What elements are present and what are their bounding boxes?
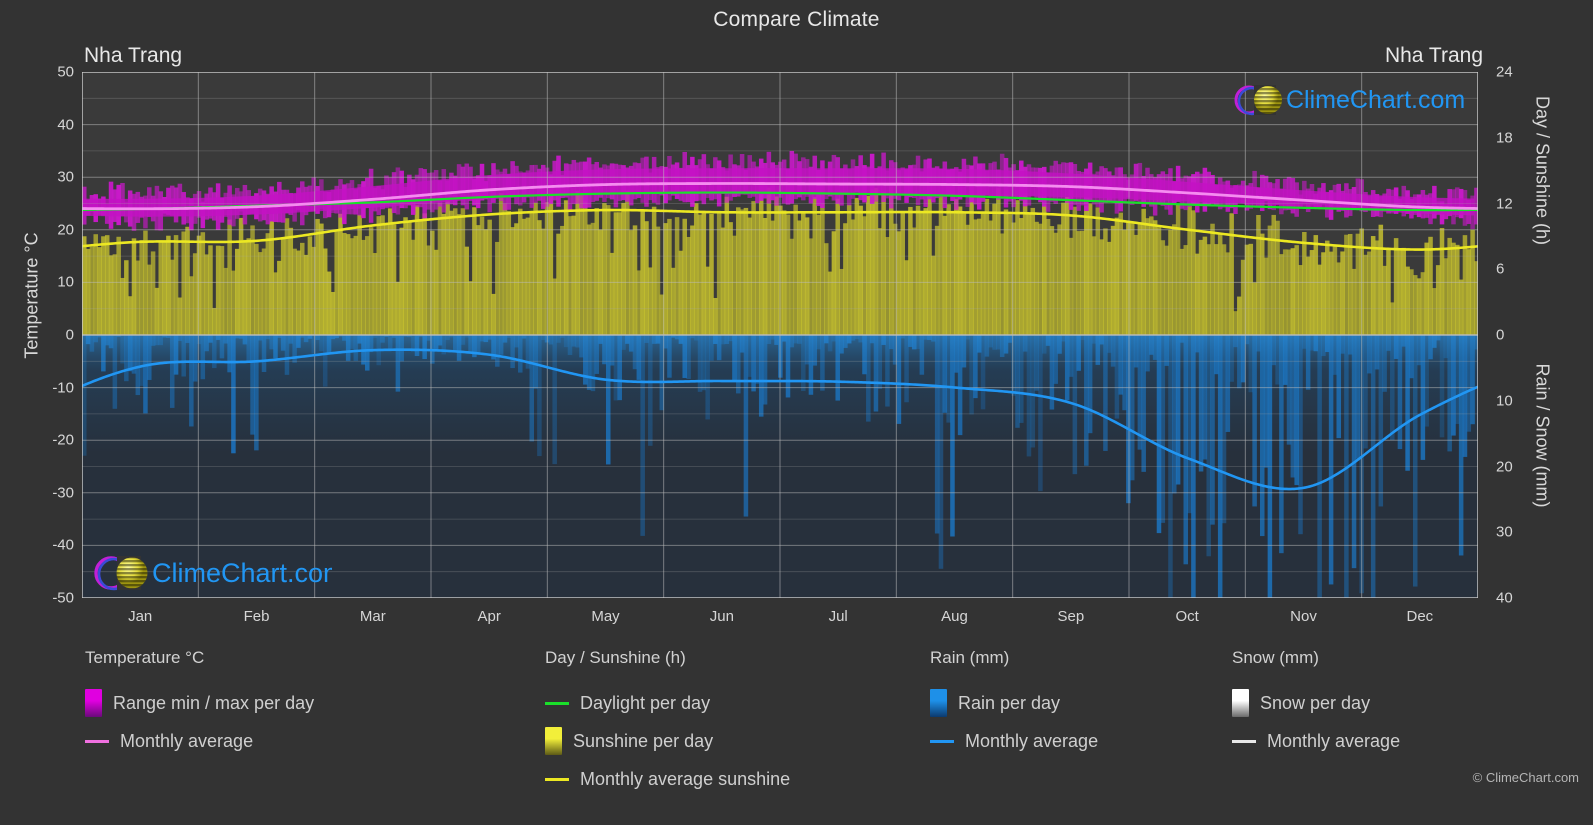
- x-tick-month: Apr: [477, 608, 501, 625]
- y-tick-temp: 10: [57, 273, 74, 291]
- x-tick-month: Nov: [1290, 608, 1317, 625]
- legend-column: Snow (mm) Snow per day Monthly average: [1232, 648, 1400, 760]
- legend-swatch-line: [930, 739, 954, 743]
- y-tick-temp: -10: [52, 379, 74, 397]
- legend-swatch-box: [930, 689, 947, 717]
- legend-heading: Day / Sunshine (h): [545, 648, 686, 667]
- y-tick-temp: -20: [52, 431, 74, 449]
- legend: Temperature °C Range min / max per day Mon…: [0, 648, 1593, 825]
- legend-item[interactable]: Monthly average sunshine: [545, 760, 790, 798]
- legend-item[interactable]: Monthly average: [85, 722, 314, 760]
- x-tick-month: Jun: [709, 608, 734, 625]
- y-tick-temp: 50: [57, 63, 74, 81]
- y-tick-sunshine: 24: [1496, 63, 1513, 81]
- x-tick-month: Feb: [243, 608, 270, 625]
- x-tick-month: Jan: [128, 608, 153, 625]
- legend-swatch-box: [1232, 689, 1249, 717]
- plot-area: [75, 71, 1485, 605]
- x-tick-month: Sep: [1057, 608, 1085, 625]
- legend-label: Range min / max per day: [113, 692, 315, 713]
- legend-swatch-box: [85, 689, 102, 717]
- x-tick-month: Oct: [1175, 608, 1199, 625]
- legend-label: Monthly average sunshine: [580, 768, 791, 789]
- legend-item[interactable]: Sunshine per day: [545, 722, 790, 760]
- legend-item[interactable]: Range min / max per day: [85, 684, 314, 722]
- y-tick-rain: 10: [1496, 392, 1513, 410]
- watermark-logo-top: ClimeChart.com: [1232, 80, 1472, 125]
- y-tick-temp: -40: [52, 536, 74, 554]
- legend-column: Day / Sunshine (h) Daylight per day Sunshi…: [545, 648, 790, 798]
- legend-heading: Temperature °C: [85, 648, 205, 667]
- legend-swatch-line: [85, 739, 109, 743]
- x-tick-month: Aug: [941, 608, 968, 625]
- legend-item[interactable]: Monthly average: [930, 722, 1098, 760]
- gridlines: [81, 71, 1479, 599]
- legend-heading: Snow (mm): [1232, 648, 1319, 667]
- x-tick-month: Jul: [828, 608, 848, 625]
- location-label-right: Nha Trang: [1384, 44, 1483, 67]
- x-tick-month: May: [591, 608, 620, 625]
- y-tick-temp: 30: [57, 168, 74, 186]
- y-axis-title-day-sunshine: Day / Sunshine (h): [1532, 95, 1553, 246]
- location-label-left: Nha Trang: [84, 44, 183, 67]
- y-tick-sunshine: 18: [1496, 129, 1513, 147]
- watermark-logo-bottom: ClimeChart.com: [92, 552, 346, 599]
- y-axis-title-rain-snow: Rain / Snow (mm): [1532, 363, 1553, 508]
- legend-label: Daylight per day: [580, 692, 711, 713]
- y-tick-rain: 40: [1496, 589, 1513, 607]
- chart-svg: [75, 71, 1485, 605]
- copyright-text: © ClimeChart.com: [1472, 770, 1579, 785]
- x-tick-month: Dec: [1406, 608, 1434, 625]
- legend-label: Monthly average: [965, 730, 1099, 751]
- y-tick-rain: 20: [1496, 458, 1513, 475]
- legend-swatch-line: [545, 777, 569, 781]
- watermark-text-bottom: ClimeChart.com: [152, 558, 332, 588]
- legend-label: Monthly average: [120, 730, 254, 751]
- y-tick-sunshine: 6: [1496, 260, 1505, 278]
- page-title: Compare Climate: [713, 8, 880, 31]
- y-tick-temp: -50: [52, 589, 74, 607]
- y-tick-temp: -30: [52, 484, 74, 502]
- legend-heading: Rain (mm): [930, 648, 1010, 667]
- y-tick-temp: 20: [57, 221, 74, 239]
- climate-chart-page: Compare Climate Nha Trang Nha Trang Temp…: [0, 0, 1593, 825]
- legend-item[interactable]: Monthly average: [1232, 722, 1400, 760]
- legend-swatch-line: [545, 701, 569, 705]
- y-tick-temp: 0: [65, 326, 74, 344]
- y-tick-sunshine: 12: [1496, 195, 1513, 212]
- y-tick-temp: 40: [57, 116, 74, 134]
- legend-label: Snow per day: [1260, 692, 1371, 713]
- legend-item[interactable]: Snow per day: [1232, 684, 1400, 722]
- legend-swatch-line: [1232, 739, 1256, 743]
- y-tick-rain: 30: [1496, 523, 1513, 541]
- legend-label: Monthly average: [1267, 730, 1401, 751]
- legend-swatch-box: [545, 727, 562, 755]
- legend-item[interactable]: Rain per day: [930, 684, 1098, 722]
- legend-column: Temperature °C Range min / max per day Mon…: [85, 648, 314, 760]
- y-tick-sunshine: 0: [1496, 326, 1505, 344]
- legend-label: Sunshine per day: [573, 730, 714, 751]
- legend-item[interactable]: Daylight per day: [545, 684, 790, 722]
- watermark-text: ClimeChart.com: [1286, 86, 1465, 114]
- x-tick-month: Mar: [359, 608, 386, 625]
- legend-label: Rain per day: [958, 692, 1061, 713]
- legend-column: Rain (mm) Rain per day Monthly average: [930, 648, 1098, 760]
